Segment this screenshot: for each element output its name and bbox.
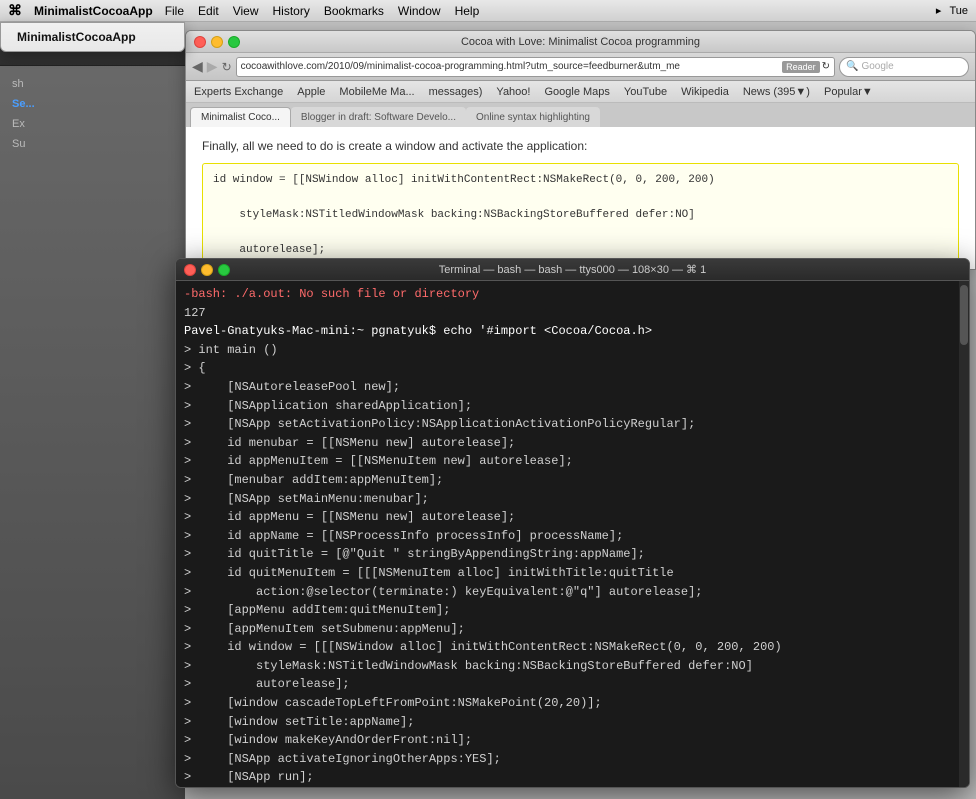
bookmark-news[interactable]: News (395▼) [743,86,810,98]
terminal-maximize-button[interactable] [218,264,230,276]
back-icon[interactable]: ◀ [192,58,203,75]
menu-view[interactable]: View [233,4,259,18]
content-paragraph: Finally, all we need to do is create a w… [202,137,959,155]
app-dropdown: MinimalistCocoaApp [0,22,185,52]
terminal-line-9: > id appMenuItem = [[NSMenuItem new] aut… [184,452,961,471]
terminal-line-10: > [menubar addItem:appMenuItem]; [184,471,961,490]
terminal-line-20: > styleMask:NSTitledWindowMask backing:N… [184,657,961,676]
bookmark-youtube[interactable]: YouTube [624,86,667,98]
terminal-line-14: > id quitTitle = [@"Quit " stringByAppen… [184,545,961,564]
tab-syntax[interactable]: Online syntax highlighting [466,107,600,127]
browser-window: Cocoa with Love: Minimalist Cocoa progra… [185,30,976,270]
reader-button[interactable]: Reader [782,61,820,73]
menu-bookmarks[interactable]: Bookmarks [324,4,384,18]
search-bar[interactable]: 🔍 Google [839,57,969,77]
terminal-line-16: > action:@selector(terminate:) keyEquiva… [184,583,961,602]
terminal-line-11: > [NSApp setMainMenu:menubar]; [184,490,961,509]
sidebar-items: sh Se... Ex Su [0,66,185,162]
tab-blogger[interactable]: Blogger in draft: Software Develo... [291,107,466,127]
menubar-right: ▸ Tue [936,4,968,17]
terminal-close-button[interactable] [184,264,196,276]
maximize-button[interactable] [228,36,240,48]
menubar-items: File Edit View History Bookmarks Window … [165,4,480,18]
terminal-line-8: > id menubar = [[NSMenu new] autorelease… [184,434,961,453]
terminal-title: Terminal — bash — bash — ttys000 — 108×3… [439,263,707,276]
terminal-traffic-lights [184,264,230,276]
terminal-line-23: > [window setTitle:appName]; [184,713,961,732]
minimize-button[interactable] [211,36,223,48]
terminal-content[interactable]: -bash: ./a.out: No such file or director… [176,281,969,787]
reload-icon[interactable]: ↻ [822,61,830,72]
code-line-0: id window = [[NSWindow alloc] initWithCo… [213,172,948,190]
url-bar[interactable]: cocoawithlove.com/2010/09/minimalist-coc… [236,57,835,77]
terminal-line-1: 127 [184,304,961,323]
terminal-titlebar: Terminal — bash — bash — ttys000 — 108×3… [176,259,969,281]
terminal-line-21: > autorelease]; [184,675,961,694]
terminal-line-6: > [NSApplication sharedApplication]; [184,397,961,416]
sidebar: MinimalistCocoaApp sh Se... Ex Su [0,22,185,799]
terminal-line-25: > [NSApp activateIgnoringOtherApps:YES]; [184,750,961,769]
app-dropdown-title: MinimalistCocoaApp [1,27,184,47]
menu-help[interactable]: Help [455,4,480,18]
terminal-scrollbar[interactable] [959,281,969,788]
code-block: id window = [[NSWindow alloc] initWithCo… [202,163,959,269]
code-line-1: styleMask:NSTitledWindowMask backing:NSB… [213,207,948,225]
url-text: cocoawithlove.com/2010/09/minimalist-coc… [241,61,778,72]
terminal-line-15: > id quitMenuItem = [[[NSMenuItem alloc]… [184,564,961,583]
traffic-lights [194,36,240,48]
terminal-line-7: > [NSApp setActivationPolicy:NSApplicati… [184,415,961,434]
terminal-line-26: > [NSApp run]; [184,768,961,787]
sidebar-item-3[interactable]: Su [0,134,185,154]
terminal-line-13: > id appName = [[NSProcessInfo processIn… [184,527,961,546]
search-placeholder: Google [861,61,893,72]
terminal-line-5: > [NSAutoreleasePool new]; [184,378,961,397]
wifi-icon: ▸ [936,4,942,17]
terminal-line-18: > [appMenuItem setSubmenu:appMenu]; [184,620,961,639]
bookmark-yahoo[interactable]: Yahoo! [496,86,530,98]
menubar: ⌘ MinimalistCocoaApp File Edit View Hist… [0,0,976,22]
close-button[interactable] [194,36,206,48]
terminal-line-24: > [window makeKeyAndOrderFront:nil]; [184,731,961,750]
menu-history[interactable]: History [273,4,310,18]
terminal-line-12: > id appMenu = [[NSMenu new] autorelease… [184,508,961,527]
bookmark-messages[interactable]: messages) [429,86,483,98]
menu-window[interactable]: Window [398,4,441,18]
terminal-line-2: Pavel-Gnatyuks-Mac-mini:~ pgnatyuk$ echo… [184,322,961,341]
terminal-line-22: > [window cascadeTopLeftFromPoint:NSMake… [184,694,961,713]
terminal-line-0: -bash: ./a.out: No such file or director… [184,285,961,304]
browser-toolbar: ◀ ▶ ↻ cocoawithlove.com/2010/09/minimali… [186,53,975,81]
bookmark-wikipedia[interactable]: Wikipedia [681,86,729,98]
app-menu-title[interactable]: MinimalistCocoaApp [34,4,153,18]
menu-edit[interactable]: Edit [198,4,219,18]
tab-minimalist[interactable]: Minimalist Coco... [190,107,291,127]
terminal-line-4: > { [184,359,961,378]
apple-menu[interactable]: ⌘ [8,2,22,19]
menu-file[interactable]: File [165,4,184,18]
bookmark-apple[interactable]: Apple [297,86,325,98]
forward-icon[interactable]: ▶ [207,58,218,75]
bookmark-googlemaps[interactable]: Google Maps [544,86,609,98]
bookmark-experts[interactable]: Experts Exchange [194,86,283,98]
browser-tabs: Minimalist Coco... Blogger in draft: Sof… [186,103,975,127]
terminal-line-19: > id window = [[[NSWindow alloc] initWit… [184,638,961,657]
search-icon: 🔍 [846,61,858,72]
browser-titlebar: Cocoa with Love: Minimalist Cocoa progra… [186,31,975,53]
browser-content: Finally, all we need to do is create a w… [186,127,975,269]
terminal-line-3: > int main () [184,341,961,360]
bookmark-popular[interactable]: Popular▼ [824,86,873,98]
browser-title: Cocoa with Love: Minimalist Cocoa progra… [461,36,700,48]
terminal-window: Terminal — bash — bash — ttys000 — 108×3… [175,258,970,788]
refresh-icon[interactable]: ↻ [222,60,232,74]
terminal-minimize-button[interactable] [201,264,213,276]
bookmark-mobileme[interactable]: MobileMe Ma... [339,86,414,98]
sidebar-item-2[interactable]: Ex [0,114,185,134]
terminal-scrollbar-thumb[interactable] [960,285,968,345]
sidebar-item-0[interactable]: sh [0,74,185,94]
clock: Tue [949,5,968,17]
sidebar-item-1[interactable]: Se... [0,94,185,114]
bookmarks-bar: Experts Exchange Apple MobileMe Ma... me… [186,81,975,103]
terminal-line-17: > [appMenu addItem:quitMenuItem]; [184,601,961,620]
